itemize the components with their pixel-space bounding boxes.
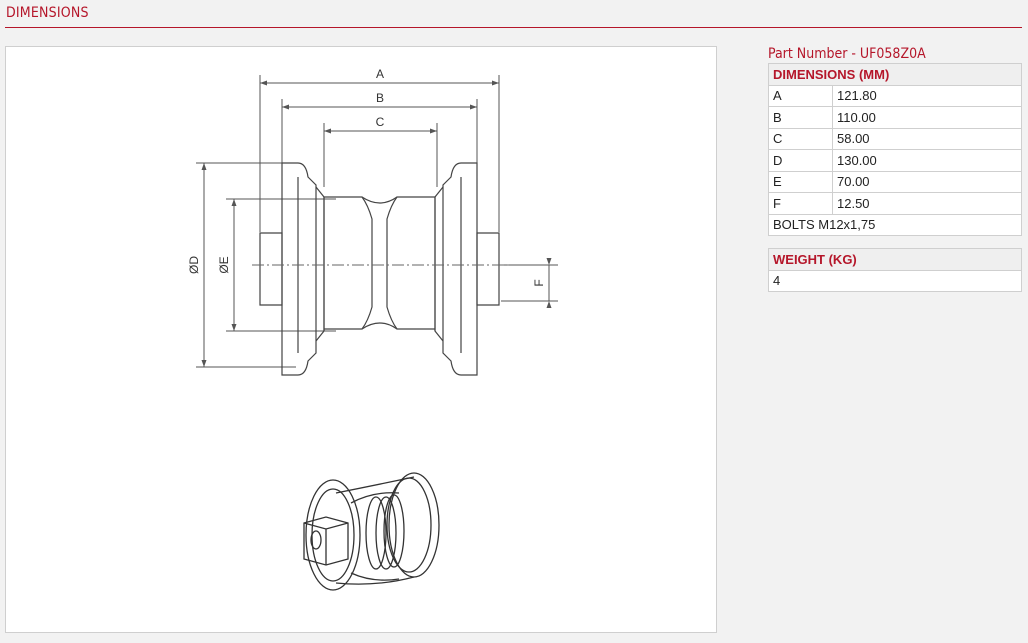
dim-b-label: B <box>376 91 384 105</box>
dimension-value: 130.00 <box>832 149 1022 172</box>
table-row: 4 <box>768 269 1022 292</box>
dim-e-label: ØE <box>217 256 231 273</box>
dimension-key: C <box>768 127 833 150</box>
dimension-key: D <box>768 149 833 172</box>
title-divider <box>5 27 1022 28</box>
bolts-row: BOLTS M12x1,75 <box>768 213 1022 236</box>
dimensions-table-header: DIMENSIONS (MM) <box>768 63 1022 86</box>
table-row: F 12.50 <box>768 192 1022 215</box>
roller-side-view <box>259 162 500 376</box>
weight-table-header: WEIGHT (KG) <box>768 248 1022 271</box>
dim-f-label: F <box>532 279 546 286</box>
weight-table: WEIGHT (KG) 4 <box>768 248 1022 292</box>
roller-isometric-view <box>303 472 440 591</box>
table-row: D 130.00 <box>768 149 1022 172</box>
dimension-value: 110.00 <box>832 106 1022 129</box>
dimension-value: 12.50 <box>832 192 1022 215</box>
dimension-value: 70.00 <box>832 170 1022 193</box>
dimension-value: 121.80 <box>832 84 1022 107</box>
weight-value: 4 <box>768 269 1022 292</box>
section-title: DIMENSIONS <box>6 5 89 21</box>
dimension-value: 58.00 <box>832 127 1022 150</box>
dimension-key: A <box>768 84 833 107</box>
dimensions-table: DIMENSIONS (MM) A 121.80 B 110.00 C 58.0… <box>768 63 1022 236</box>
table-row: C 58.00 <box>768 127 1022 150</box>
dimension-key: F <box>768 192 833 215</box>
dimension-key: E <box>768 170 833 193</box>
part-number-label: Part Number - UF058Z0A <box>768 46 926 62</box>
table-row: E 70.00 <box>768 170 1022 193</box>
technical-drawing-panel: A B C ØD ØE F <box>5 46 717 633</box>
table-row: A 121.80 <box>768 84 1022 107</box>
dimension-key: B <box>768 106 833 129</box>
table-row: B 110.00 <box>768 106 1022 129</box>
dim-d-label: ØD <box>187 256 201 274</box>
bolts-spec: BOLTS M12x1,75 <box>768 213 1022 236</box>
weight-table-header-row: WEIGHT (KG) <box>768 248 1022 271</box>
dim-c-label: C <box>376 115 385 129</box>
roller-technical-drawing: A B C ØD ØE F <box>187 67 558 591</box>
dim-a-label: A <box>376 67 384 81</box>
dimensions-table-header-row: DIMENSIONS (MM) <box>768 63 1022 86</box>
